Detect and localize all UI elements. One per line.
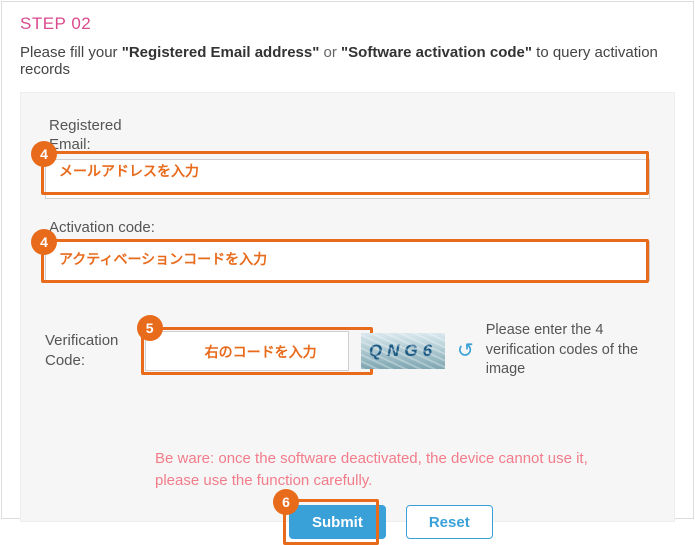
annotation-badge-4b: 4 bbox=[31, 229, 57, 255]
captcha-label: Verification Code: bbox=[45, 331, 133, 370]
reset-button[interactable]: Reset bbox=[406, 505, 493, 539]
instruction-line: Please fill your "Registered Email addre… bbox=[20, 44, 675, 78]
step-title: STEP 02 bbox=[20, 14, 693, 34]
captcha-input[interactable] bbox=[145, 331, 349, 371]
captcha-image-text: QNG6 bbox=[369, 341, 437, 361]
instruction-bold-code: "Software activation code" bbox=[341, 44, 532, 61]
refresh-captcha-icon[interactable]: ↻ bbox=[457, 338, 474, 363]
button-row: Submit 6 Reset bbox=[289, 505, 650, 539]
email-label: Registered Email: bbox=[49, 117, 139, 155]
instruction-bold-email: "Registered Email address" bbox=[122, 44, 320, 61]
captcha-image: QNG6 bbox=[361, 333, 445, 369]
instruction-or: or bbox=[319, 44, 341, 61]
captcha-row: Verification Code: 5 右のコードを入力 QNG6 ↻ Ple… bbox=[45, 321, 650, 380]
screenshot-frame: STEP 02 Please fill your "Registered Ema… bbox=[1, 1, 694, 519]
code-label: Activation code: bbox=[49, 219, 650, 238]
warning-text: Be ware: once the software deactivated, … bbox=[155, 448, 595, 492]
code-group: Activation code: 4 アクティベーションコードを入力 bbox=[45, 219, 650, 282]
activation-code-input[interactable] bbox=[45, 241, 650, 281]
email-input[interactable] bbox=[45, 159, 650, 199]
annotation-badge-4a: 4 bbox=[31, 141, 57, 167]
annotation-badge-5: 5 bbox=[137, 315, 163, 341]
email-group: Registered Email: 4 メールアドレスを入力 bbox=[45, 117, 650, 199]
instruction-prefix: Please fill your bbox=[20, 44, 122, 61]
form-panel: Registered Email: 4 メールアドレスを入力 Activatio… bbox=[20, 92, 675, 522]
submit-button[interactable]: Submit bbox=[289, 505, 386, 539]
captcha-hint: Please enter the 4 verification codes of… bbox=[486, 321, 650, 380]
